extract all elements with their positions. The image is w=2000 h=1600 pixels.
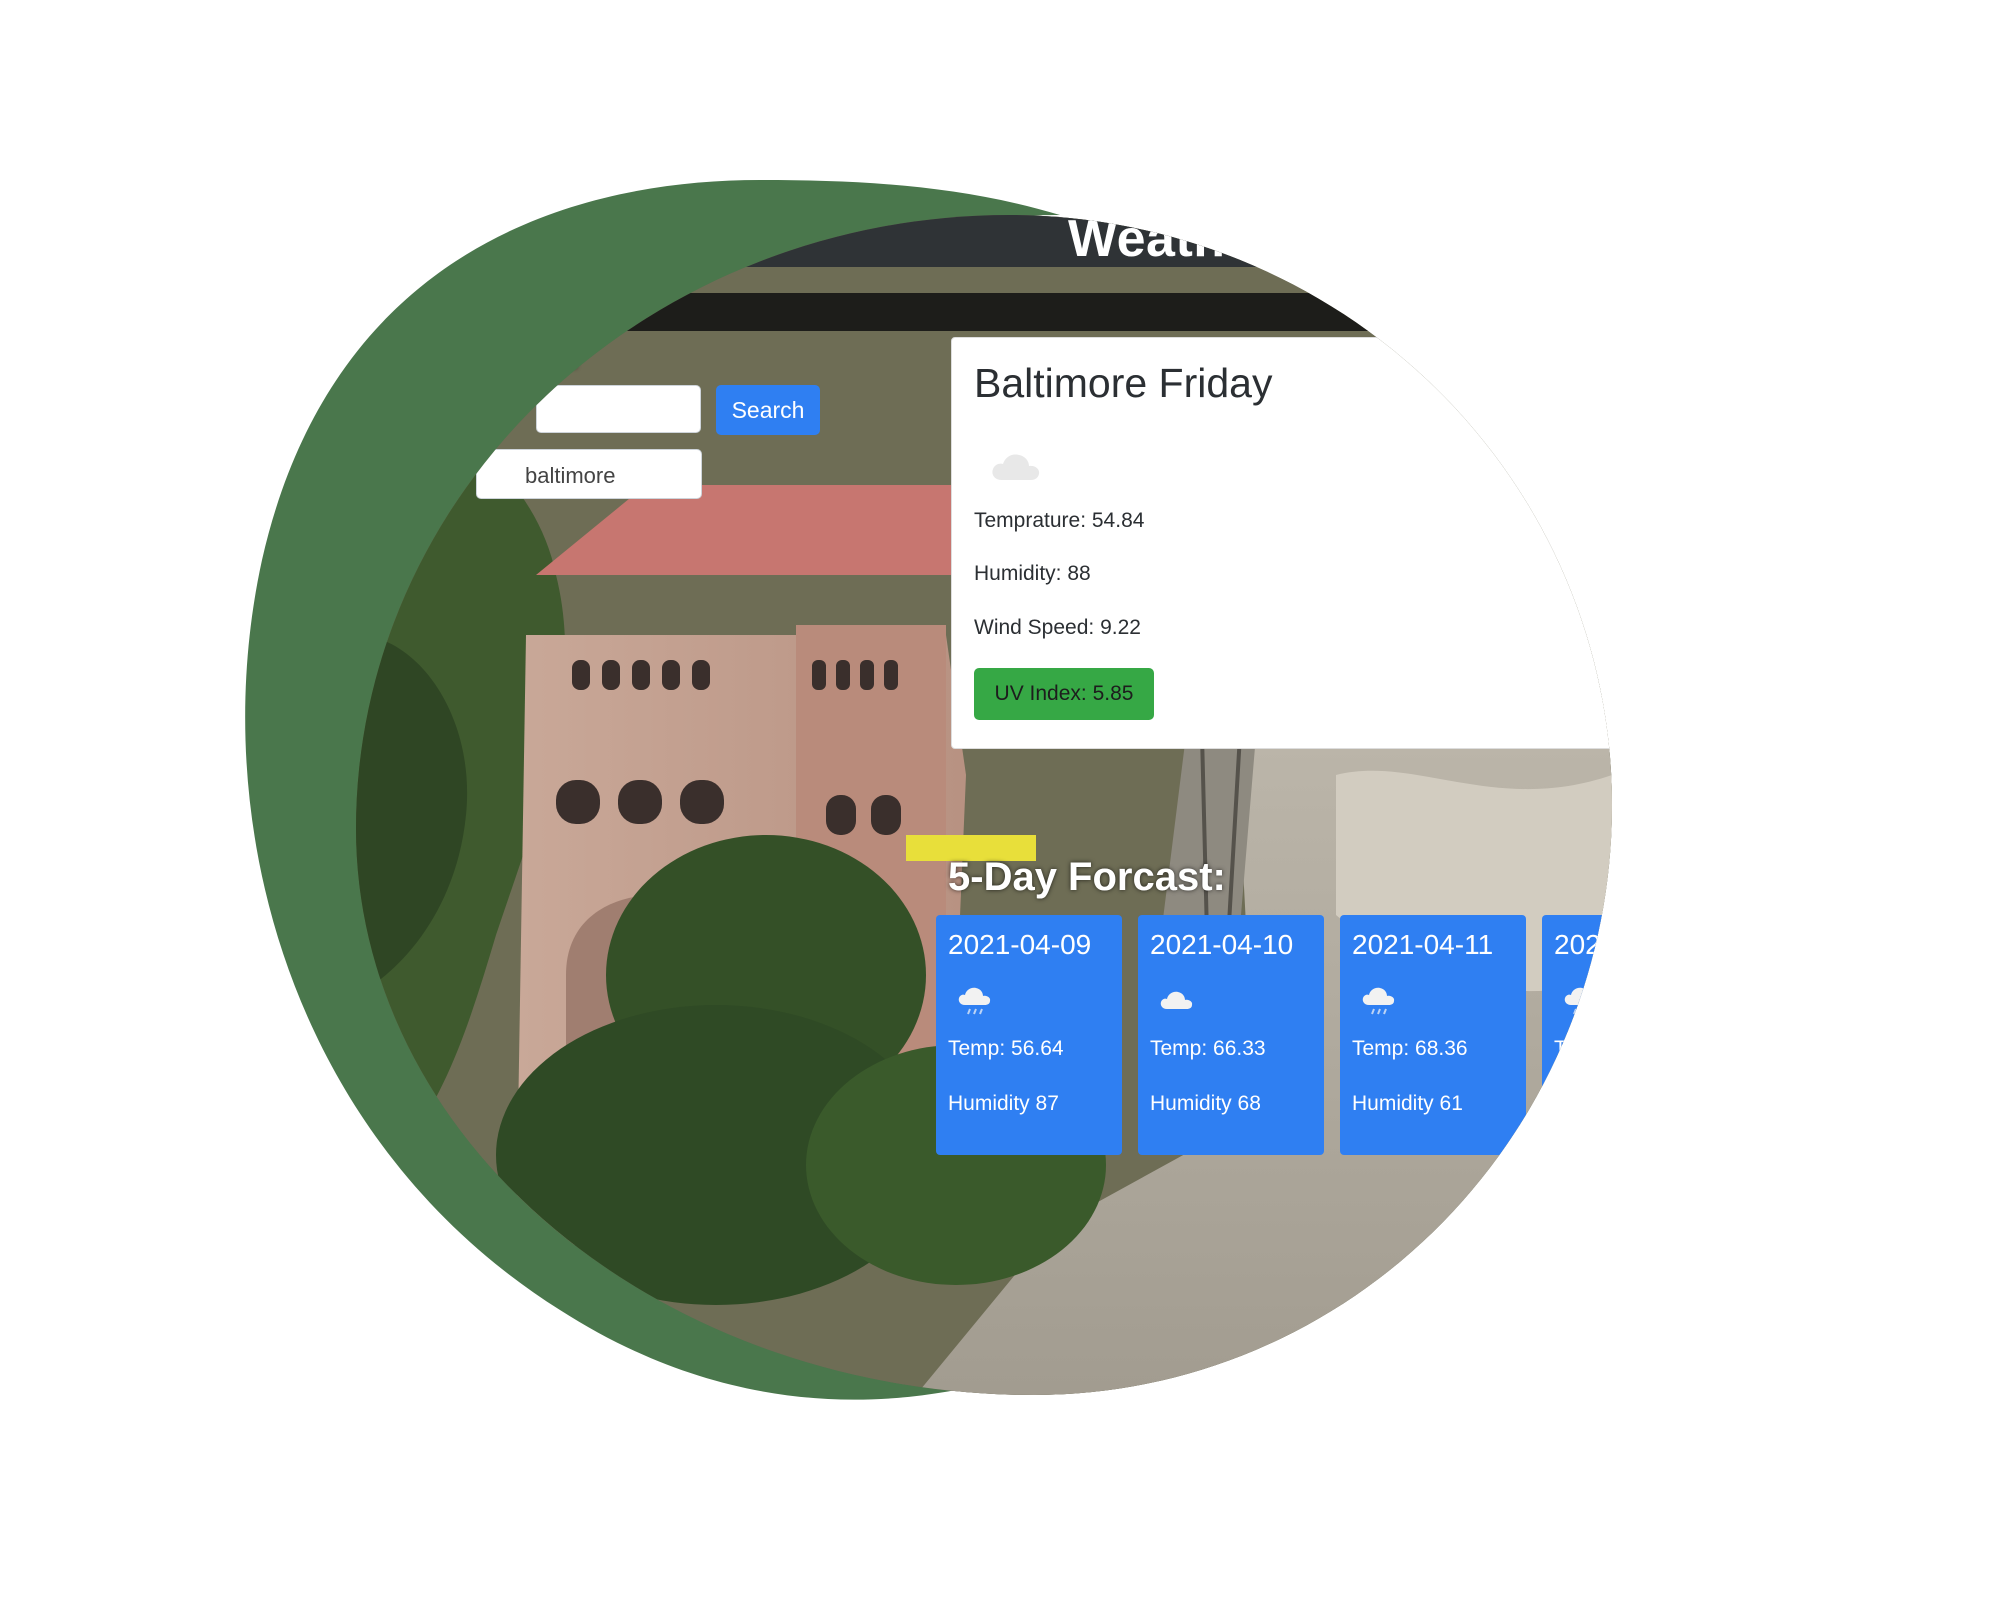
search-button[interactable]: Search (716, 385, 820, 435)
current-humidity: Humidity: 88 (974, 562, 1091, 585)
uv-index-badge: UV Index: 5.85 (974, 668, 1154, 720)
current-temperature: Temprature: 54.84 (974, 509, 1145, 532)
header-bar: Weathe (356, 215, 1612, 268)
cloud-icon (1158, 985, 1198, 1020)
current-wind-speed: Wind Speed: 9.22 (974, 616, 1141, 639)
forecast-card: 2021-04-09 Temp: 56.64 Humidity 87 (936, 915, 1122, 1155)
search-city-label: ity: (526, 335, 580, 376)
forecast-temp: Temp: 66.33 (1150, 1037, 1266, 1060)
forecast-date: 2021-04-11 (1352, 929, 1494, 960)
forecast-humidity: Humidity 61 (1352, 1092, 1463, 1115)
forecast-date: 2021-04-09 (948, 929, 1092, 960)
forecast-date: 2021-04-10 (1150, 929, 1294, 960)
forecast-temp: Temp: 56.64 (948, 1037, 1064, 1060)
forecast-card: 202 Te (1542, 915, 1612, 1155)
rain-cloud-icon (956, 985, 996, 1024)
history-item-baltimore[interactable]: baltimore (476, 449, 702, 499)
forecast-date: 202 (1554, 929, 1601, 960)
current-weather-card: Baltimore Friday Temprature: 54.84 Humid… (951, 337, 1612, 749)
forecast-card: 2021-04-10 Temp: 66.33 Humidity 68 (1138, 915, 1324, 1155)
rain-cloud-icon (1562, 985, 1602, 1024)
app-screenshot-mask: Weathe ity: Search baltimore Baltimore F… (356, 215, 1612, 1395)
rain-cloud-icon (1360, 985, 1400, 1024)
forecast-temp: Te (1554, 1037, 1577, 1060)
forecast-humidity: Humidity 87 (948, 1092, 1059, 1115)
forecast-temp: Temp: 68.36 (1352, 1037, 1468, 1060)
current-city-title: Baltimore Friday (974, 360, 1273, 406)
forecast-humidity: Humidity 68 (1150, 1092, 1261, 1115)
header-shadow-strip (356, 293, 1612, 331)
app-title: Weathe (1068, 215, 1255, 268)
forecast-card: 2021-04-11 Temp: 68.36 Humidity 61 (1340, 915, 1526, 1155)
city-search-input[interactable] (536, 385, 701, 433)
cloud-icon (988, 448, 1044, 489)
showcase-stage: Weathe ity: Search baltimore Baltimore F… (0, 0, 2000, 1600)
forecast-title: 5-Day Forcast: (948, 855, 1226, 899)
